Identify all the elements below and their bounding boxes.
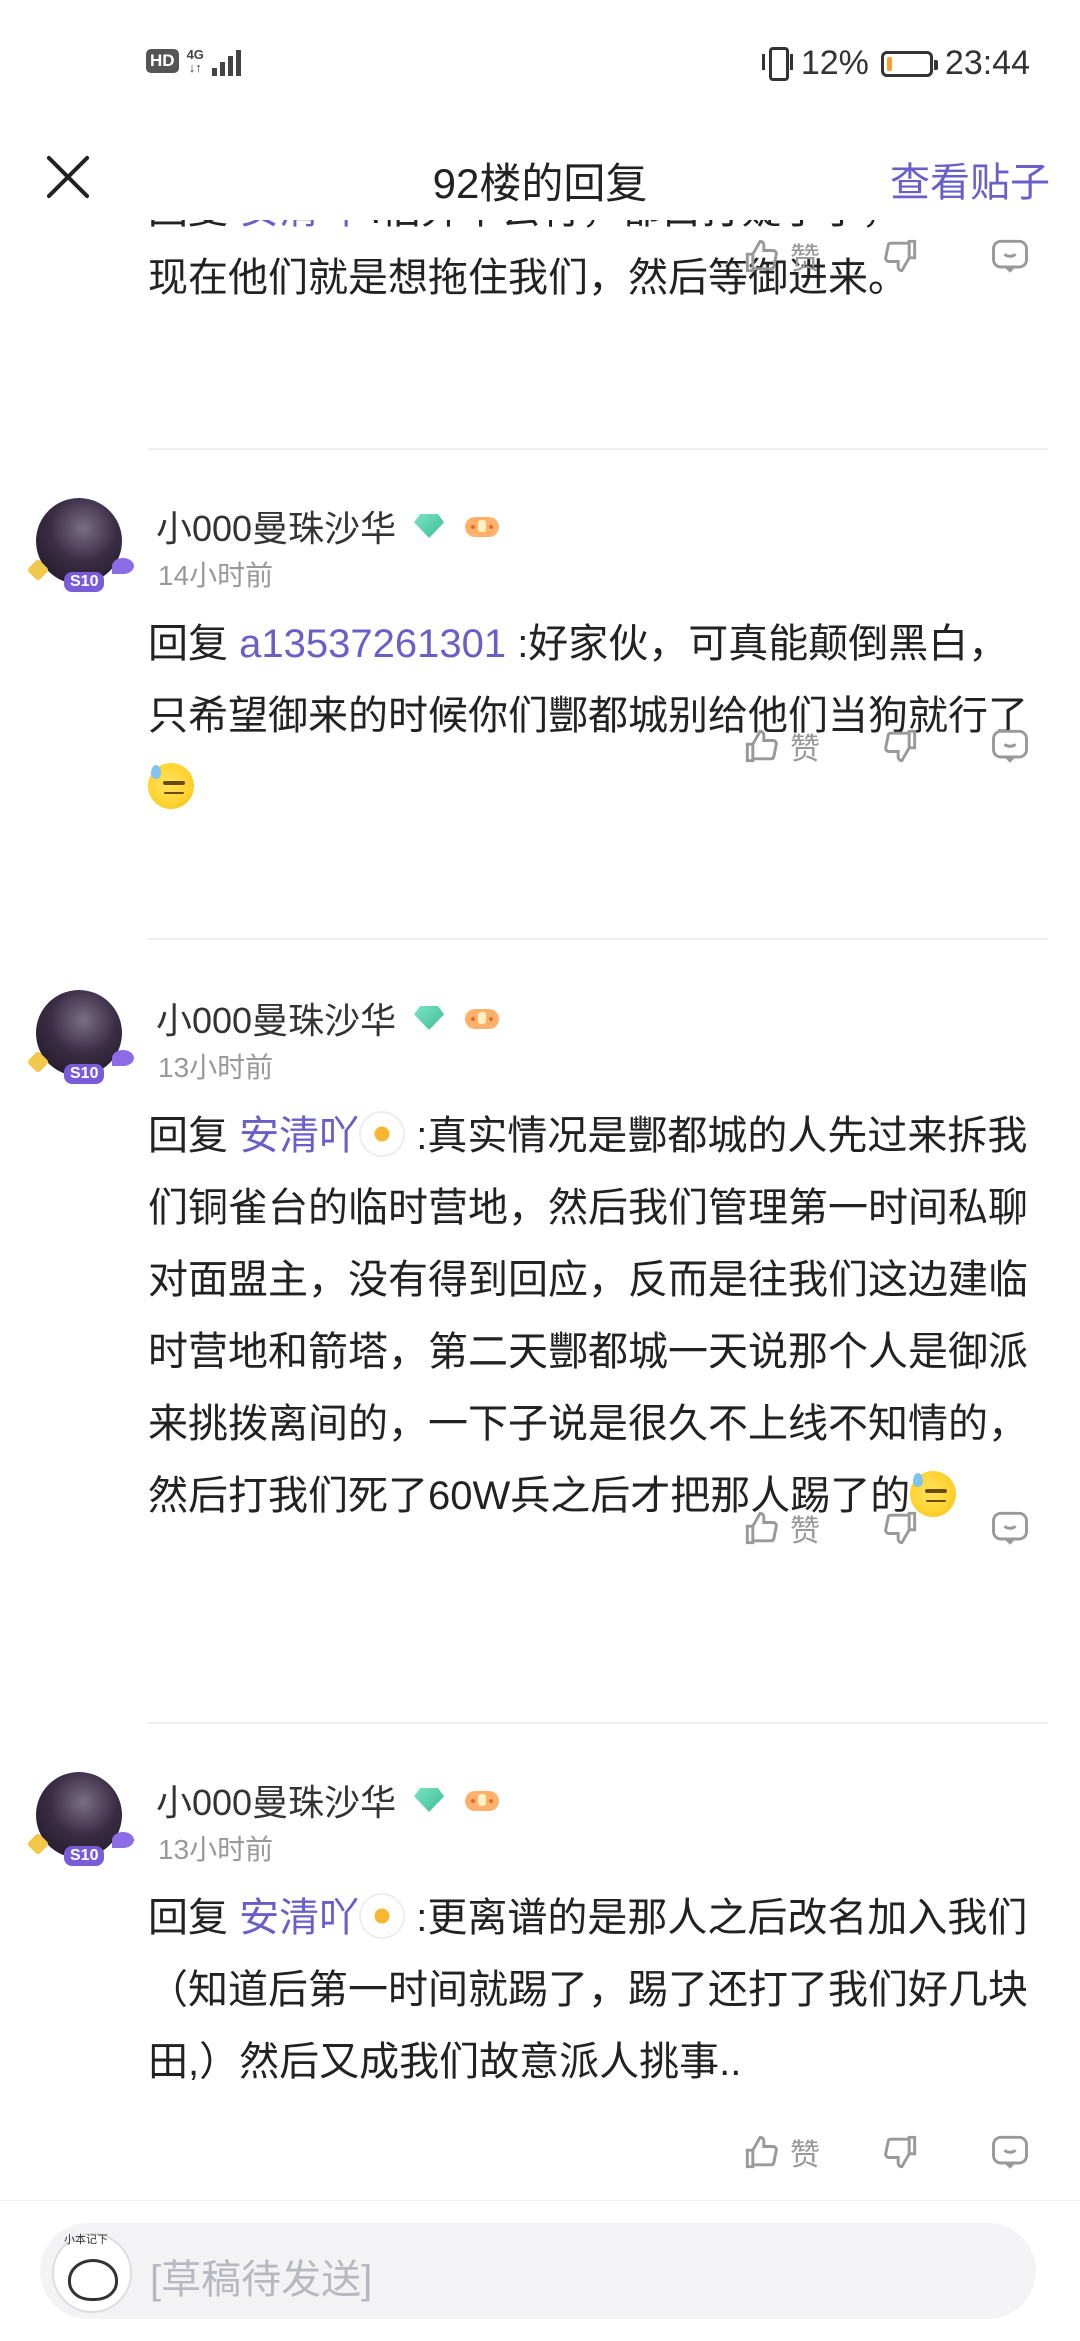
battery-icon: [880, 50, 938, 77]
hd-icon: HD: [146, 49, 179, 73]
battery-percent: 12%: [800, 44, 869, 82]
thumbs-down-icon: [884, 729, 917, 763]
reply-feed[interactable]: 回复 安清吖 :估弃下去行，都白打疑了了， 现在他们就是想拖住我们，然后等御进来…: [0, 220, 1080, 2200]
like-label: 赞: [790, 733, 820, 766]
like-button[interactable]: 赞: [740, 1506, 820, 1550]
dislike-button[interactable]: [878, 724, 922, 768]
gem-icon: [414, 1788, 445, 1812]
like-label: 赞: [790, 243, 820, 276]
avatar-badge: S10: [64, 1846, 105, 1866]
like-button[interactable]: 赞: [740, 724, 820, 768]
reply-button[interactable]: [988, 234, 1032, 278]
thumbs-up-icon: [745, 729, 778, 763]
comment-text: 回复 安清吖 :真实情况是酆都城的人先过来拆我们铜雀台的临时营地，然后我们管理第…: [148, 1100, 1048, 1532]
avatar-badge: S10: [64, 1064, 105, 1084]
comment-icon: [992, 239, 1028, 273]
thumbs-down-icon: [884, 1511, 917, 1545]
flower-icon: [359, 1893, 406, 1939]
thumbs-down-icon: [884, 239, 917, 273]
comment-actions: 赞: [0, 1506, 1080, 1566]
top-bar: 92楼的回复 查看贴子: [0, 130, 1080, 220]
avatar[interactable]: S10: [26, 1772, 134, 1866]
like-label: 赞: [790, 1515, 820, 1548]
avatar-tag: 小本记下: [64, 2234, 108, 2246]
comment-actions: 赞: [0, 2130, 1080, 2190]
thumbs-down-icon: [884, 2135, 917, 2169]
signal-icon: [211, 46, 241, 76]
dislike-button[interactable]: [878, 1506, 922, 1550]
username[interactable]: 小000曼珠沙华: [156, 1774, 502, 1826]
network-type: 4G ↓↑: [186, 47, 204, 75]
timestamp: 13小时前: [158, 1052, 274, 1083]
timestamp: 13小时前: [158, 1834, 274, 1865]
dislike-button[interactable]: [878, 2130, 922, 2174]
status-right: 12% 23:44: [761, 44, 1030, 83]
reply-button[interactable]: [988, 1506, 1032, 1550]
thumbs-up-icon: [745, 2135, 778, 2169]
comment-icon: [992, 729, 1028, 763]
like-button[interactable]: 赞: [740, 234, 820, 278]
reply-to-link[interactable]: 安清吖: [239, 1114, 359, 1158]
comment-icon: [992, 2135, 1028, 2169]
comment-actions: 赞: [0, 234, 1080, 294]
gem-icon: [414, 1006, 445, 1030]
thumbs-up-icon: [745, 1511, 778, 1545]
comment-text: 回复 a13537261301 :好家伙，可真能颠倒黑白，只希望御来的时候你们酆…: [148, 608, 1048, 824]
avatar[interactable]: S10: [26, 990, 134, 1084]
reply-input-placeholder[interactable]: [草稿待发送]: [150, 2247, 372, 2305]
gamepad-icon: [465, 517, 500, 537]
vibrate-icon: [761, 46, 793, 81]
reply-to-link[interactable]: a13537261301: [239, 622, 506, 666]
divider: [148, 1722, 1048, 1724]
status-bar: HD 4G ↓↑ 12% 23:44: [0, 0, 1080, 130]
reply-composer: 小本记下 [草稿待发送]: [0, 2200, 1080, 2341]
like-button[interactable]: 赞: [740, 2130, 820, 2174]
like-label: 赞: [790, 2139, 820, 2172]
reply-to-link[interactable]: 安清吖: [239, 220, 359, 232]
timestamp: 14小时前: [158, 560, 274, 591]
comment-actions: 赞: [0, 724, 1080, 784]
divider: [148, 938, 1048, 940]
status-left: HD 4G ↓↑: [146, 46, 241, 76]
username[interactable]: 小000曼珠沙华: [156, 992, 502, 1044]
reply-button[interactable]: [988, 2130, 1032, 2174]
username[interactable]: 小000曼珠沙华: [156, 500, 502, 552]
view-post-button[interactable]: 查看贴子: [890, 150, 1050, 208]
comment-icon: [992, 1511, 1028, 1545]
comment-text: 回复 安清吖 :更离谱的是那人之后改名加入我们（知道后第一时间就踢了，踢了还打了…: [148, 1882, 1048, 2098]
flower-icon: [359, 1111, 406, 1157]
clock: 23:44: [944, 44, 1030, 82]
divider: [148, 448, 1048, 450]
reply-to-link[interactable]: 安清吖: [239, 1896, 359, 1940]
my-avatar[interactable]: 小本记下: [52, 2233, 132, 2313]
gamepad-icon: [465, 1009, 500, 1029]
dislike-button[interactable]: [878, 234, 922, 278]
gem-icon: [414, 514, 445, 538]
thumbs-up-icon: [745, 239, 778, 273]
gamepad-icon: [465, 1791, 500, 1811]
reply-button[interactable]: [988, 724, 1032, 768]
avatar[interactable]: S10: [26, 498, 134, 592]
avatar-badge: S10: [64, 572, 105, 592]
